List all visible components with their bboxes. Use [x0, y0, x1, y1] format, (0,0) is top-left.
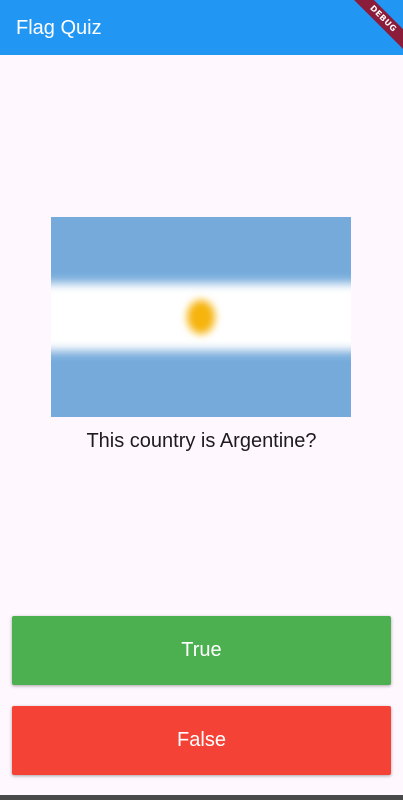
- argentina-flag-image: [51, 217, 351, 417]
- question-text: This country is Argentine?: [86, 430, 317, 452]
- true-button[interactable]: True: [12, 616, 391, 685]
- system-navigation-strip: [0, 795, 403, 800]
- flag-quiz-screen: Flag Quiz DEBUG This country is Argentin…: [0, 0, 403, 800]
- flag-image: [51, 217, 351, 417]
- true-button-label: True: [181, 639, 222, 661]
- app-bar: Flag Quiz: [0, 0, 403, 55]
- false-button-label: False: [177, 729, 226, 751]
- false-button[interactable]: False: [12, 706, 391, 775]
- app-bar-title: Flag Quiz: [16, 17, 102, 39]
